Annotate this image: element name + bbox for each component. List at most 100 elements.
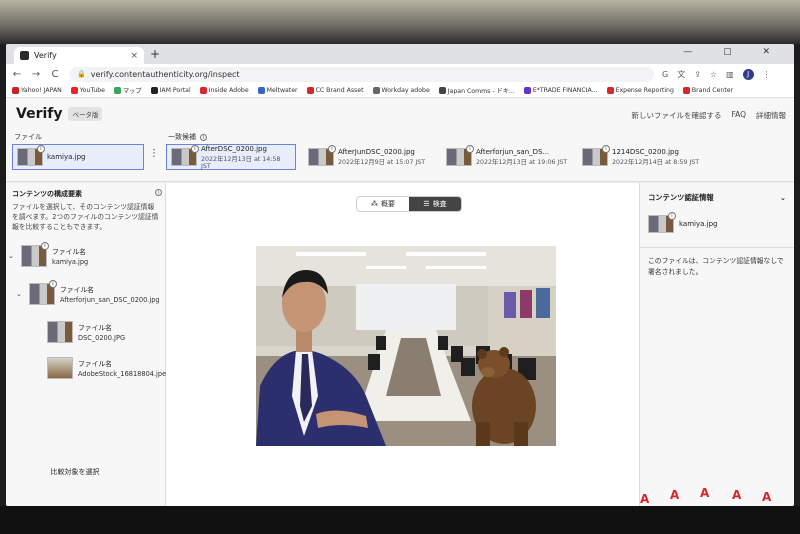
bookmark-label: IAM Portal bbox=[159, 87, 191, 94]
tab-overview[interactable]: ⁂ 概要 bbox=[357, 197, 409, 211]
info-icon[interactable]: i bbox=[200, 134, 207, 141]
reload-button[interactable]: C bbox=[47, 69, 63, 80]
divider bbox=[640, 247, 794, 248]
bookmark-item[interactable]: CC Brand Asset bbox=[306, 87, 364, 94]
tree-value: DSC_0200.JPG bbox=[78, 334, 126, 342]
credential-badge-icon: i bbox=[668, 212, 676, 220]
file-label: ファイル bbox=[14, 133, 42, 141]
selected-file-card[interactable]: i kamiya.jpg bbox=[12, 144, 144, 170]
view-toggle: ⁂ 概要 ☰ 検査 bbox=[356, 196, 462, 212]
browser-menu-icon[interactable]: ⋮ bbox=[763, 70, 771, 79]
tree-node-child[interactable]: ⌄ i ファイル名 Afterforjun_san_DSC_0200.jpg bbox=[16, 280, 160, 305]
bookmark-item[interactable]: Japan Comms - ドキ... bbox=[438, 86, 515, 95]
bookmark-label: Inside Adobe bbox=[208, 87, 249, 94]
credentials-panel: コンテンツ認証情報 ⌄ i kamiya.jpg このファイルは、コンテンツ認証… bbox=[639, 183, 794, 506]
info-icon[interactable]: i bbox=[155, 189, 162, 196]
adobe-logo-icon: A bbox=[700, 486, 710, 500]
candidate-card-1[interactable]: i AfterDSC_0200.jpg 2022年12月13日 at 14:58 … bbox=[166, 144, 296, 170]
file-row: ファイル i kamiya.jpg ⋮ 一致候補 i i AfterDSC_020… bbox=[6, 130, 794, 182]
translate-icon[interactable]: 文 bbox=[677, 69, 685, 80]
tree-label: ファイル名 bbox=[78, 360, 112, 368]
tree-thumbnail: i bbox=[21, 242, 49, 267]
bookmark-item[interactable]: Brand Center bbox=[682, 87, 734, 94]
bookmark-label: Meltwater bbox=[266, 87, 298, 94]
verify-logo[interactable]: Verify bbox=[16, 106, 62, 122]
bookmark-item[interactable]: マップ bbox=[113, 86, 142, 95]
tree-node-root[interactable]: ⌄ i ファイル名 kamiya.jpg bbox=[8, 242, 89, 267]
tree-value: kamiya.jpg bbox=[52, 258, 89, 266]
credential-badge-icon: i bbox=[41, 242, 49, 250]
tab-strip: Verify × + — ▢ ✕ bbox=[6, 44, 794, 64]
candidate-card-3[interactable]: i Afterforjun_san_DS... 2022年12月13日 at 19… bbox=[442, 144, 576, 170]
learn-more-link[interactable]: 詳細情報 bbox=[756, 110, 786, 121]
bookmark-label: Workday adobe bbox=[381, 87, 430, 94]
expand-caret-icon[interactable]: ⌄ bbox=[8, 252, 16, 260]
bookmark-item[interactable]: Expense Reporting bbox=[606, 87, 674, 94]
close-tab-icon[interactable]: × bbox=[130, 51, 138, 61]
file-thumbnail: i bbox=[17, 145, 45, 166]
bookmark-item[interactable]: IAM Portal bbox=[150, 87, 191, 94]
split-view-icon[interactable]: ▥ bbox=[726, 70, 734, 79]
google-icon[interactable]: G bbox=[662, 70, 668, 79]
content-elements-panel: コンテンツの構成要素 i ファイルを選択して、そのコンテンツ認証情報を調べます。… bbox=[6, 183, 170, 506]
monitor-bezel-bottom: A A A A A bbox=[0, 486, 800, 534]
bookmark-item[interactable]: Yahoo! JAPAN bbox=[12, 87, 62, 94]
window-controls[interactable]: — ▢ ✕ bbox=[683, 47, 784, 57]
tree-value: Afterforjun_san_DSC_0200.jpg bbox=[60, 296, 160, 304]
bookmark-favicon-icon bbox=[306, 87, 314, 94]
preview-panel: ⁂ 概要 ☰ 検査 bbox=[166, 183, 639, 506]
adobe-logo-icon: A bbox=[670, 488, 680, 502]
tab-verify[interactable]: Verify × bbox=[14, 47, 144, 64]
bookmark-favicon-icon bbox=[113, 87, 121, 94]
collapse-chevron-icon[interactable]: ⌄ bbox=[780, 193, 786, 203]
address-bar[interactable]: 🔒 verify.contentauthenticity.org/inspect bbox=[69, 66, 654, 82]
tab-inspect[interactable]: ☰ 検査 bbox=[409, 197, 461, 211]
credentials-title: コンテンツ認証情報 bbox=[648, 193, 714, 202]
credentials-header[interactable]: コンテンツ認証情報 ⌄ bbox=[648, 193, 786, 203]
panel-description: ファイルを選択して、そのコンテンツ認証情報を調べます。2つのファイルのコンテンツ… bbox=[12, 203, 159, 231]
expand-caret-icon[interactable]: ⌄ bbox=[16, 290, 24, 298]
bookmark-favicon-icon bbox=[606, 87, 614, 94]
candidate-thumbnail: i bbox=[446, 145, 474, 166]
selected-file-name: kamiya.jpg bbox=[47, 153, 86, 161]
candidate-card-2[interactable]: i AfterJunDSC_0200.jpg 2022年12月9日 at 15:0… bbox=[304, 144, 434, 170]
candidate-card-4[interactable]: i 1214DSC_0200.jpg 2022年12月14日 at 8:59 JS… bbox=[578, 144, 708, 170]
select-compare-button[interactable]: 比較対象を選択 bbox=[42, 465, 108, 479]
bookmark-favicon-icon bbox=[523, 87, 531, 94]
bookmark-item[interactable]: Workday adobe bbox=[372, 87, 430, 94]
tree-node-leaf[interactable]: ファイル名 AdobeStock_16818804.jpeg bbox=[34, 357, 170, 379]
tree-thumbnail bbox=[47, 321, 73, 343]
bookmark-star-icon[interactable]: ☆ bbox=[710, 70, 717, 79]
bookmark-favicon-icon bbox=[438, 87, 446, 94]
more-options-icon[interactable]: ⋮ bbox=[149, 148, 159, 159]
bookmark-label: CC Brand Asset bbox=[315, 87, 364, 94]
credential-badge-icon: i bbox=[37, 145, 45, 153]
credential-badge-icon: i bbox=[191, 145, 199, 153]
bookmark-label: Brand Center bbox=[691, 87, 734, 94]
tree-node-leaf[interactable]: ファイル名 DSC_0200.JPG bbox=[34, 321, 125, 343]
adobe-logo-icon: A bbox=[640, 492, 650, 506]
profile-avatar[interactable]: J bbox=[742, 68, 754, 80]
image-preview bbox=[256, 246, 556, 446]
bookmark-favicon-icon bbox=[150, 87, 158, 94]
toolbar-icons: G 文 ⇪ ☆ ▥ J ⋮ bbox=[662, 68, 771, 80]
share-icon[interactable]: ⇪ bbox=[694, 70, 701, 79]
candidate-name: AfterDSC_0200.jpg bbox=[201, 144, 267, 153]
candidate-thumbnail: i bbox=[308, 145, 336, 166]
faq-link[interactable]: FAQ bbox=[731, 110, 746, 121]
bookmark-item[interactable]: YouTube bbox=[70, 87, 105, 94]
bookmark-item[interactable]: E*TRADE FINANCIA... bbox=[523, 87, 598, 94]
bookmark-label: YouTube bbox=[79, 87, 105, 94]
bookmark-item[interactable]: Inside Adobe bbox=[199, 87, 249, 94]
new-tab-button[interactable]: + bbox=[150, 47, 160, 61]
browser-screen: Verify × + — ▢ ✕ ← → C 🔒 verify.contenta… bbox=[6, 44, 794, 506]
bookmark-item[interactable]: Meltwater bbox=[257, 87, 298, 94]
credential-badge-icon: i bbox=[466, 145, 474, 153]
check-new-file-link[interactable]: 新しいファイルを確認する bbox=[631, 110, 721, 121]
forward-button[interactable]: → bbox=[28, 69, 44, 80]
back-button[interactable]: ← bbox=[9, 69, 25, 80]
credentials-note: このファイルは、コンテンツ認証情報なしで署名されました。 bbox=[648, 257, 784, 276]
candidate-date: 2022年12月13日 at 14:58 JST bbox=[201, 155, 281, 170]
credential-badge-icon: i bbox=[328, 145, 336, 153]
bookmark-label: マップ bbox=[122, 88, 142, 95]
